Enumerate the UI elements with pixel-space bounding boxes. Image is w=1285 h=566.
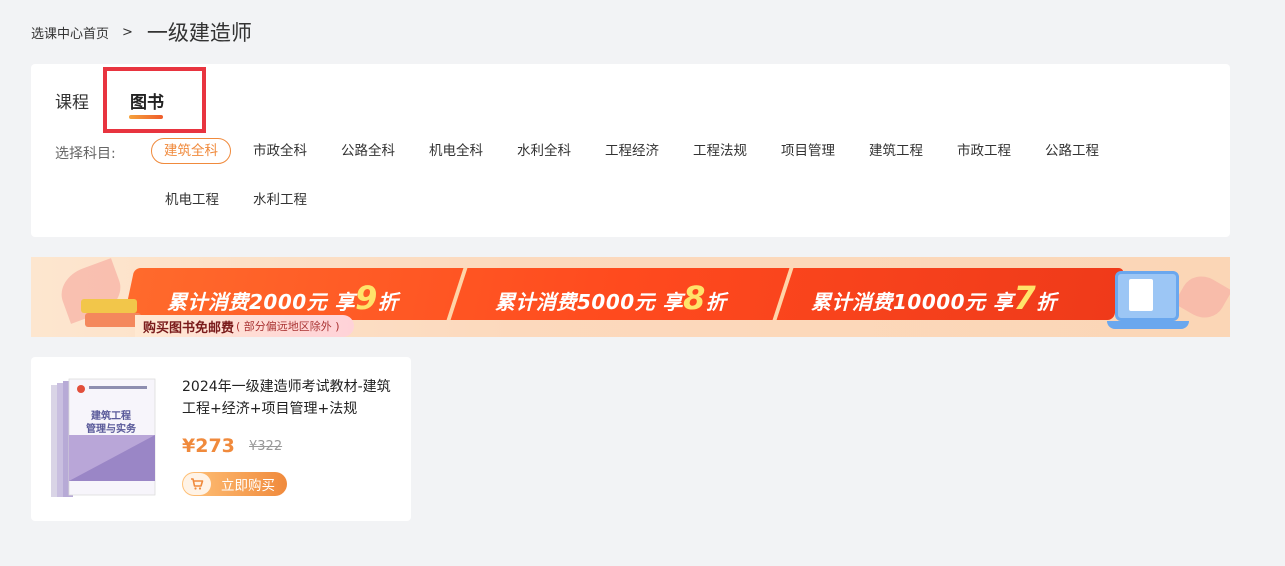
promo-tier-3-text: 累计消费10000元 享 xyxy=(811,290,1014,314)
promo-tier-2-suffix: 折 xyxy=(705,290,727,314)
subject-chip-gongcheng-fagui[interactable]: 工程法规 xyxy=(680,138,760,164)
subject-chip-jidian-quanke[interactable]: 机电全科 xyxy=(416,138,496,164)
subject-filter-label: 选择科目: xyxy=(55,146,116,162)
buy-now-label: 立即购买 xyxy=(221,478,275,494)
buy-now-button[interactable]: 立即购买 xyxy=(182,472,287,496)
subject-chip-gongcheng-jingji[interactable]: 工程经济 xyxy=(592,138,672,164)
subject-chip-jianzhu-gongcheng[interactable]: 建筑工程 xyxy=(856,138,936,164)
subject-chip-xiangmu-guanli[interactable]: 项目管理 xyxy=(768,138,848,164)
promo-banner[interactable]: 累计消费2000元 享9折 累计消费5000元 享8折 累计消费10000元 享… xyxy=(31,257,1230,337)
subject-chip-gonglu-gongcheng[interactable]: 公路工程 xyxy=(1032,138,1112,164)
promo-tier-1-text: 累计消费2000元 享 xyxy=(167,290,356,314)
books-icon xyxy=(81,299,143,333)
promo-tier-1: 累计消费2000元 享9折 xyxy=(167,279,398,317)
breadcrumb-separator: > xyxy=(122,24,133,40)
cart-icon xyxy=(183,473,211,495)
free-shipping-text: 购买图书免邮费 xyxy=(143,320,235,336)
promo-tier-3-discount: 7 xyxy=(1013,279,1037,317)
filter-panel: 课程 图书 选择科目: 建筑全科 市政全科 公路全科 机电全科 水利全科 工程经… xyxy=(31,64,1230,237)
subject-chip-shizheng-gongcheng[interactable]: 市政工程 xyxy=(944,138,1024,164)
free-shipping-note: ( 部分偏远地区除外 ) xyxy=(236,320,340,333)
subject-chip-jidian-gongcheng[interactable]: 机电工程 xyxy=(152,187,232,213)
promo-tier-1-discount: 9 xyxy=(355,279,378,317)
product-card[interactable]: 建筑工程 管理与实务 2024年一级建造师考试教材-建筑工程+经济+项目管理+法… xyxy=(31,357,411,521)
tab-courses[interactable]: 课程 xyxy=(55,88,89,113)
active-tab-indicator xyxy=(129,115,163,119)
promo-tier-2-text: 累计消费5000元 享 xyxy=(495,290,684,314)
svg-text:管理与实务: 管理与实务 xyxy=(86,422,137,435)
tab-bar: 课程 图书 xyxy=(31,64,1230,133)
free-shipping-tag: 购买图书免邮费 ( 部分偏远地区除外 ) xyxy=(135,315,354,337)
product-original-price: ¥322 xyxy=(249,439,283,454)
promo-tier-2: 累计消费5000元 享8折 xyxy=(495,279,726,317)
promo-tier-3: 累计消费10000元 享7折 xyxy=(811,279,1057,317)
promo-tier-2-discount: 8 xyxy=(683,279,706,317)
product-title[interactable]: 2024年一级建造师考试教材-建筑工程+经济+项目管理+法规 xyxy=(182,376,397,420)
subject-chip-jianzhu-quanke[interactable]: 建筑全科 xyxy=(151,138,231,164)
book-cover-image[interactable]: 建筑工程 管理与实务 xyxy=(49,377,159,499)
svg-text:建筑工程: 建筑工程 xyxy=(90,409,131,422)
breadcrumb: 选课中心首页 > 一级建造师 xyxy=(31,18,252,46)
tab-books[interactable]: 图书 xyxy=(130,88,164,113)
breadcrumb-home-link[interactable]: 选课中心首页 xyxy=(31,23,109,42)
promo-tier-3-suffix: 折 xyxy=(1036,290,1057,314)
subject-chip-gonglu-quanke[interactable]: 公路全科 xyxy=(328,138,408,164)
laptop-icon xyxy=(1107,271,1197,333)
subject-chip-shuili-gongcheng[interactable]: 水利工程 xyxy=(240,187,320,213)
subject-chip-shuili-quanke[interactable]: 水利全科 xyxy=(504,138,584,164)
page-title: 一级建造师 xyxy=(146,21,252,45)
product-price: ¥273 xyxy=(182,435,235,457)
subject-chip-shizheng-quanke[interactable]: 市政全科 xyxy=(240,138,320,164)
promo-tier-1-suffix: 折 xyxy=(377,290,399,314)
